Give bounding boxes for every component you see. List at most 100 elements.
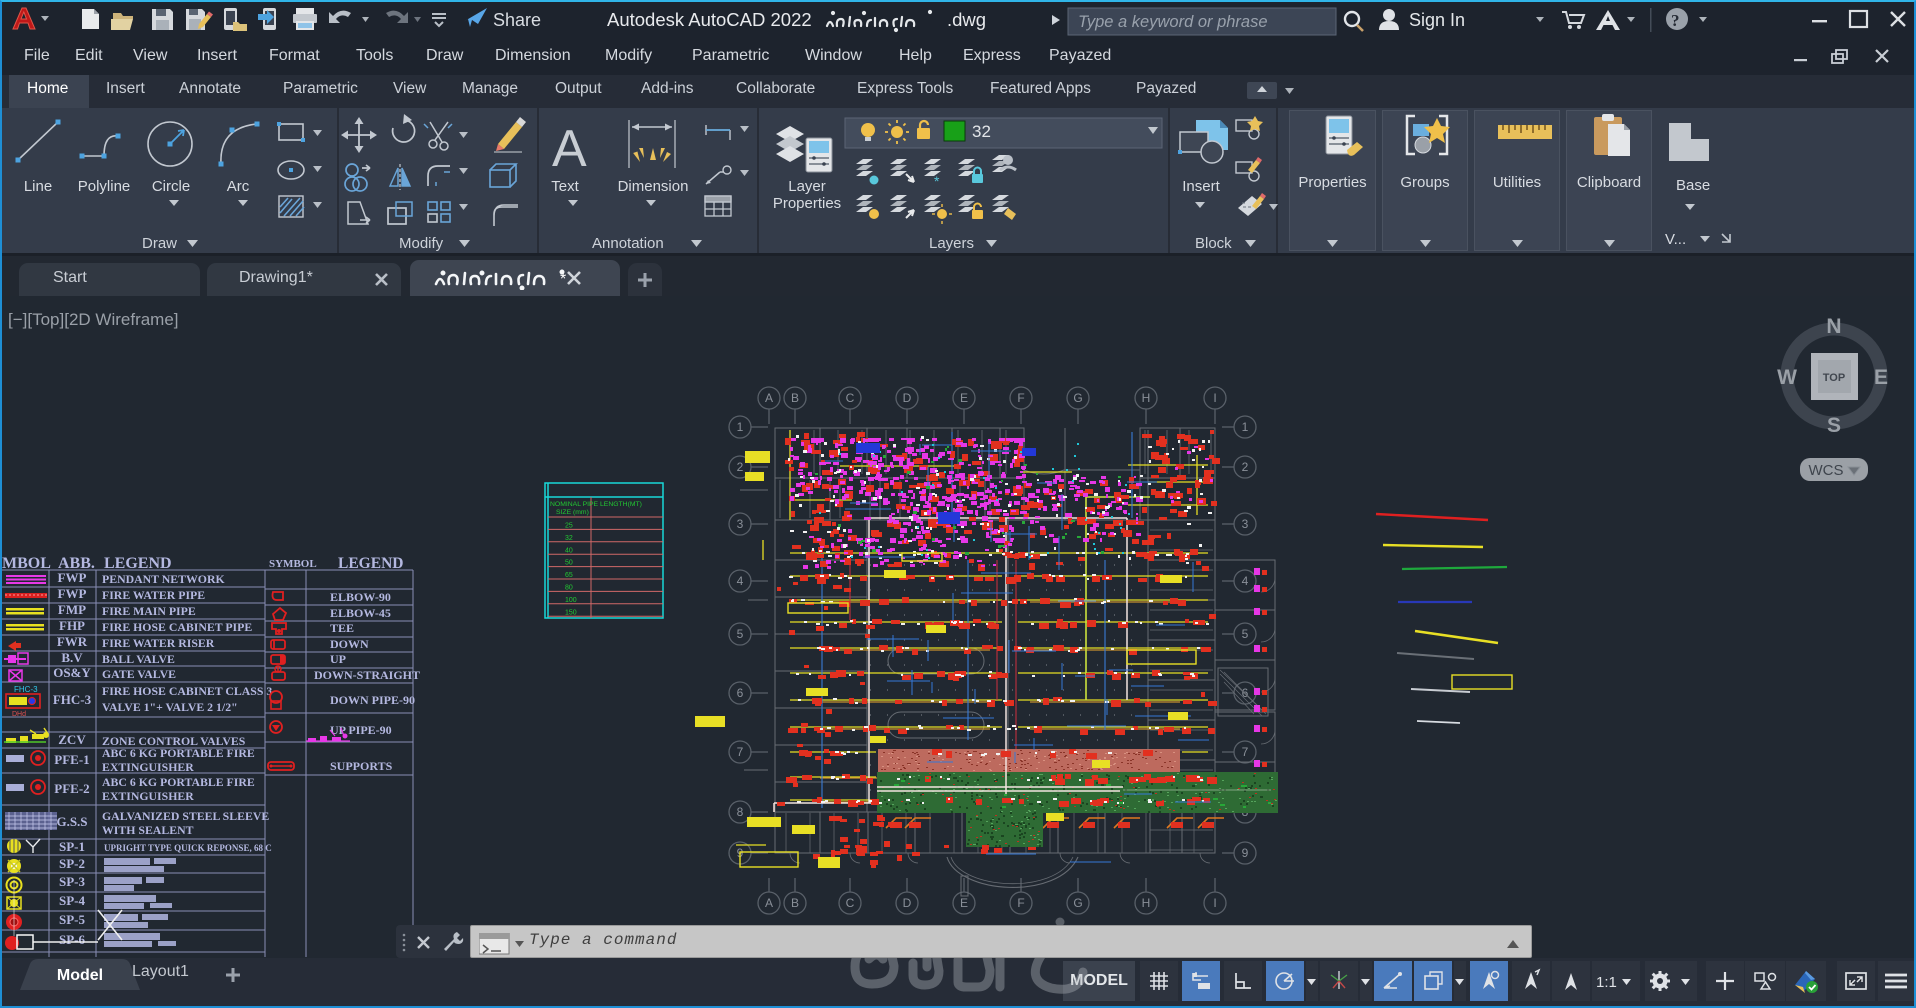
svg-text:EXTINGUISHER: EXTINGUISHER xyxy=(102,760,194,774)
svg-text:SP-3: SP-3 xyxy=(59,874,86,889)
svg-text:F: F xyxy=(1017,391,1024,405)
svg-text:32: 32 xyxy=(565,535,573,542)
svg-text:Sign In: Sign In xyxy=(1409,10,1465,30)
svg-text:GATE VALVE: GATE VALVE xyxy=(102,667,176,681)
svg-text:5: 5 xyxy=(737,627,744,641)
svg-text:F: F xyxy=(1017,896,1024,910)
svg-text:6: 6 xyxy=(737,686,744,700)
svg-text:S: S xyxy=(1827,414,1841,437)
svg-text:D: D xyxy=(903,896,912,910)
svg-text:WITH SEALENT: WITH SEALENT xyxy=(102,823,194,837)
svg-text:EXTINGUISHER: EXTINGUISHER xyxy=(102,789,194,803)
svg-text:I: I xyxy=(1213,896,1216,910)
svg-text:SP-5: SP-5 xyxy=(59,912,86,927)
svg-text:BALL VALVE: BALL VALVE xyxy=(102,652,175,666)
svg-text:TOP: TOP xyxy=(1823,372,1845,384)
svg-text:C: C xyxy=(846,391,855,405)
svg-text:100: 100 xyxy=(565,597,577,604)
svg-text:SP-1: SP-1 xyxy=(59,839,85,854)
svg-text:Share: Share xyxy=(493,10,541,30)
svg-text:E: E xyxy=(1874,366,1888,389)
svg-text:4: 4 xyxy=(1242,574,1249,588)
svg-text:9: 9 xyxy=(1242,846,1249,860)
svg-text:TEE: TEE xyxy=(330,621,354,635)
svg-text:C: C xyxy=(846,896,855,910)
svg-text:Type a keyword or phrase: Type a keyword or phrase xyxy=(1078,13,1268,31)
svg-text:LEGEND: LEGEND xyxy=(338,555,403,572)
svg-text:FHC-3: FHC-3 xyxy=(53,692,92,707)
svg-text:7: 7 xyxy=(737,745,744,759)
svg-text:65: 65 xyxy=(565,572,573,579)
svg-text:DHd: DHd xyxy=(12,711,26,718)
svg-text:PFE-2: PFE-2 xyxy=(54,781,89,796)
svg-text:2: 2 xyxy=(737,460,744,474)
svg-text:ELBOW-90: ELBOW-90 xyxy=(330,590,391,604)
svg-text:FIRE WATER RISER: FIRE WATER RISER xyxy=(102,636,215,650)
svg-text:G: G xyxy=(1073,391,1082,405)
svg-text:SP-6: SP-6 xyxy=(59,932,86,947)
svg-text:W: W xyxy=(1777,366,1797,389)
svg-text:ELBOW-45: ELBOW-45 xyxy=(330,606,391,620)
svg-text:FIRE HOSE CABINET PIPE: FIRE HOSE CABINET PIPE xyxy=(102,620,252,634)
svg-text:SYMBOL: SYMBOL xyxy=(269,558,317,570)
svg-text:50: 50 xyxy=(565,560,573,567)
svg-text:1: 1 xyxy=(737,420,744,434)
svg-text:B.V: B.V xyxy=(61,650,83,665)
svg-text:3: 3 xyxy=(1242,517,1249,531)
svg-text:SIZE (mm): SIZE (mm) xyxy=(556,509,589,516)
svg-text:ZCV: ZCV xyxy=(58,732,86,747)
svg-text:LEGEND: LEGEND xyxy=(104,555,172,572)
svg-text:SUPPORTS: SUPPORTS xyxy=(330,759,393,773)
svg-text:GALVANIZED STEEL SLEEVE: GALVANIZED STEEL SLEEVE xyxy=(102,809,269,823)
svg-text:A: A xyxy=(765,391,773,405)
svg-text:DOWN PIPE-90: DOWN PIPE-90 xyxy=(330,693,415,707)
svg-text:DOWN: DOWN xyxy=(330,637,369,651)
svg-text:PFE-1: PFE-1 xyxy=(54,752,89,767)
svg-text:UP PIPE-90: UP PIPE-90 xyxy=(330,723,392,737)
svg-text:FIRE MAIN PIPE: FIRE MAIN PIPE xyxy=(102,604,196,618)
svg-text:1: 1 xyxy=(1242,420,1249,434)
svg-text:D: D xyxy=(903,391,912,405)
svg-text:FIRE HOSE CABINET CLASS 3: FIRE HOSE CABINET CLASS 3 xyxy=(102,684,272,698)
svg-text:UPRIGHT TYPE QUICK REPONSE, 68: UPRIGHT TYPE QUICK REPONSE, 68 C xyxy=(104,843,272,853)
svg-text:E: E xyxy=(960,391,968,405)
svg-text:PENDANT NETWORK: PENDANT NETWORK xyxy=(102,572,226,586)
svg-text:40: 40 xyxy=(565,547,573,554)
svg-text:V...: V... xyxy=(1665,231,1686,248)
svg-text:5: 5 xyxy=(1242,627,1249,641)
svg-text:.dwg: .dwg xyxy=(947,9,986,30)
svg-text:ABC 6 KG PORTABLE FIRE: ABC 6 KG PORTABLE FIRE xyxy=(102,775,255,789)
svg-text:FWR: FWR xyxy=(57,634,88,649)
svg-text:LENGTH(MT): LENGTH(MT) xyxy=(600,501,642,508)
svg-text:?: ? xyxy=(1671,11,1680,30)
svg-text:8: 8 xyxy=(737,805,744,819)
svg-text:1:1: 1:1 xyxy=(1596,974,1617,991)
svg-text:WCS: WCS xyxy=(1809,462,1844,479)
svg-text:ABC 6 KG PORTABLE FIRE: ABC 6 KG PORTABLE FIRE xyxy=(102,746,255,760)
svg-text:80: 80 xyxy=(565,585,573,592)
svg-text:FWP: FWP xyxy=(58,586,87,601)
svg-text:G.S.S: G.S.S xyxy=(56,814,87,829)
svg-text:3: 3 xyxy=(737,517,744,531)
svg-text:FIRE WATER PIPE: FIRE WATER PIPE xyxy=(102,588,205,602)
svg-text:H: H xyxy=(1142,896,1151,910)
svg-text:B: B xyxy=(791,896,799,910)
svg-text:FHC-3: FHC-3 xyxy=(14,685,38,694)
svg-text:Base: Base xyxy=(1676,177,1710,194)
svg-text:Autodesk AutoCAD 2022: Autodesk AutoCAD 2022 xyxy=(607,9,812,30)
svg-text:25: 25 xyxy=(565,523,573,530)
svg-text:G: G xyxy=(1073,896,1082,910)
svg-text:4: 4 xyxy=(737,574,744,588)
svg-text:E: E xyxy=(960,896,968,910)
svg-text:MBOL: MBOL xyxy=(2,555,51,572)
svg-text:Model: Model xyxy=(57,967,103,984)
svg-text:UP: UP xyxy=(330,652,346,666)
svg-text:FHP: FHP xyxy=(59,618,85,633)
svg-text:A: A xyxy=(765,896,773,910)
svg-text:NOMINAL PIPE: NOMINAL PIPE xyxy=(550,501,599,508)
svg-text:FMP: FMP xyxy=(58,602,86,617)
svg-text:N: N xyxy=(1826,315,1841,338)
svg-text:SP-2: SP-2 xyxy=(59,856,85,871)
svg-text:I: I xyxy=(1213,391,1216,405)
svg-text:7: 7 xyxy=(1242,745,1249,759)
